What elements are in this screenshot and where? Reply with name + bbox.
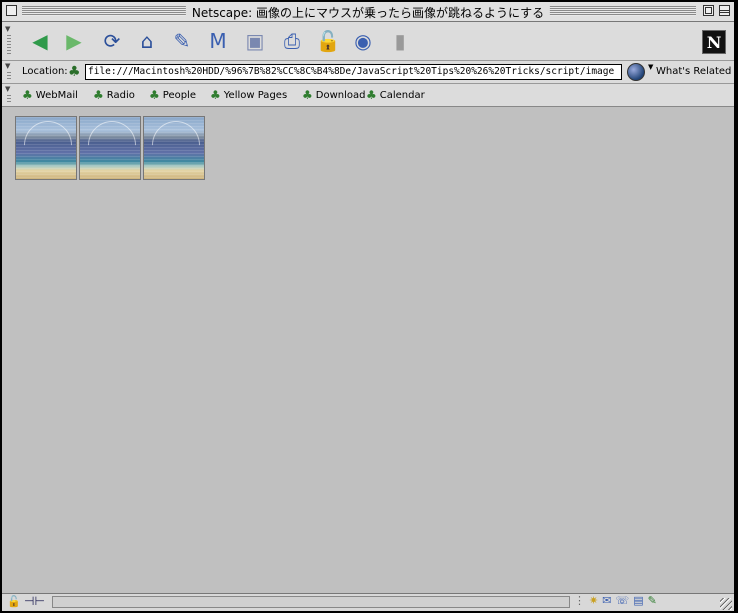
personal-toolbar-item-label: Calendar bbox=[379, 89, 425, 101]
location-toolbar-grip[interactable] bbox=[5, 62, 13, 82]
component-bar: ⋮ ✷ ✉ ☏ ▤ ✎ bbox=[574, 594, 657, 607]
print-button[interactable]: ⎙ bbox=[278, 28, 306, 54]
mynetscape-icon: M bbox=[209, 29, 227, 53]
personal-toolbar-grip[interactable] bbox=[5, 85, 13, 105]
stop-button[interactable]: ▮ bbox=[386, 28, 414, 54]
images-icon: ▣ bbox=[245, 29, 265, 53]
component-grip-icon[interactable]: ⋮ bbox=[574, 594, 585, 607]
personal-toolbar-item-webmail[interactable]: ♣ WebMail bbox=[22, 88, 78, 102]
forward-button[interactable]: ▶ bbox=[60, 28, 88, 54]
shopping-bag-icon: ◉ bbox=[354, 29, 372, 53]
bookmark-icon: ♣ bbox=[22, 88, 33, 102]
bookmark-icon: ♣ bbox=[149, 88, 160, 102]
bookmark-icon: ♣ bbox=[302, 88, 313, 102]
location-url-field[interactable]: file:///Macintosh%20HDD/%96%7B%82%CC%8C%… bbox=[85, 64, 622, 80]
status-message-field bbox=[52, 596, 570, 608]
navigation-toolbar-grip[interactable] bbox=[5, 25, 13, 57]
bookmark-icon: ♣ bbox=[210, 88, 221, 102]
personal-toolbar-item-label: People bbox=[162, 89, 196, 101]
personal-toolbar-item-people[interactable]: ♣ People bbox=[149, 88, 196, 102]
security-lock-icon[interactable]: 🔓 bbox=[7, 595, 21, 608]
forward-arrow-icon: ▶ bbox=[66, 29, 82, 53]
location-label: Location: bbox=[22, 66, 68, 77]
whats-related-button[interactable]: What's Related bbox=[656, 66, 731, 77]
search-icon: ✎ bbox=[173, 29, 191, 53]
personal-toolbar-item-calendar[interactable]: ♣ Calendar bbox=[366, 88, 425, 102]
beach-image-3[interactable] bbox=[143, 116, 205, 180]
page-proxy-icon[interactable]: ♣ bbox=[68, 64, 81, 80]
whats-related-dropdown-icon[interactable]: ▼ bbox=[648, 63, 653, 71]
lock-icon: 🔓 bbox=[315, 29, 341, 53]
stop-light-icon: ▮ bbox=[394, 29, 406, 53]
navigation-toolbar: ◀ ▶ ⟳ ⌂ ✎ M ▣ ⎙ 🔓 ◉ ▮ N bbox=[2, 22, 734, 61]
window-title: Netscape: 画像の上にマウスが乗ったら画像が跳ねるようにする bbox=[185, 4, 551, 21]
home-icon: ⌂ bbox=[140, 29, 154, 53]
zoom-box-icon[interactable] bbox=[703, 5, 714, 16]
whats-related-icon[interactable] bbox=[627, 63, 645, 81]
personal-toolbar-item-label: WebMail bbox=[35, 89, 78, 101]
home-button[interactable]: ⌂ bbox=[133, 28, 161, 54]
security-button[interactable]: 🔓 bbox=[314, 28, 342, 54]
navigator-component-icon[interactable]: ✷ bbox=[589, 594, 598, 607]
online-status-icon[interactable]: ⊣⊢ bbox=[24, 594, 45, 608]
netscape-logo-icon[interactable]: N bbox=[702, 30, 726, 54]
mynetscape-button[interactable]: M bbox=[204, 28, 232, 54]
personal-toolbar-item-radio[interactable]: ♣ Radio bbox=[93, 88, 135, 102]
search-button[interactable]: ✎ bbox=[168, 28, 196, 54]
back-button[interactable]: ◀ bbox=[26, 28, 54, 54]
location-toolbar: Location: ♣ file:///Macintosh%20HDD/%96%… bbox=[2, 61, 734, 84]
status-bar: 🔓 ⊣⊢ ⋮ ✷ ✉ ☏ ▤ ✎ bbox=[2, 593, 734, 611]
beach-image-1[interactable] bbox=[15, 116, 77, 180]
reload-icon: ⟳ bbox=[103, 29, 121, 53]
resize-grip-icon[interactable] bbox=[720, 598, 732, 610]
shop-button[interactable]: ◉ bbox=[349, 28, 377, 54]
print-icon: ⎙ bbox=[284, 29, 300, 53]
reload-button[interactable]: ⟳ bbox=[98, 28, 126, 54]
personal-toolbar-item-label: Yellow Pages bbox=[223, 89, 288, 101]
browser-window: Netscape: 画像の上にマウスが乗ったら画像が跳ねるようにする ◀ ▶ ⟳ ⌂ ✎… bbox=[1, 1, 735, 611]
images-button[interactable]: ▣ bbox=[241, 28, 269, 54]
edit-component-icon[interactable]: ✎ bbox=[648, 594, 657, 607]
bookmark-icon: ♣ bbox=[93, 88, 104, 102]
personal-toolbar: ♣WebMail♣Radio♣People♣Yellow Pages♣Downl… bbox=[2, 84, 734, 107]
windowshade-box-icon[interactable] bbox=[719, 5, 730, 16]
mail-component-icon[interactable]: ✉ bbox=[602, 594, 611, 607]
personal-toolbar-item-label: Radio bbox=[106, 89, 135, 101]
close-box-icon[interactable] bbox=[6, 5, 17, 16]
back-arrow-icon: ◀ bbox=[32, 29, 48, 53]
title-bar[interactable]: Netscape: 画像の上にマウスが乗ったら画像が跳ねるようにする bbox=[2, 2, 734, 22]
page-content bbox=[2, 107, 734, 593]
beach-image-2[interactable] bbox=[79, 116, 141, 180]
discussion-component-icon[interactable]: ☏ bbox=[615, 594, 629, 607]
personal-toolbar-item-download[interactable]: ♣ Download bbox=[302, 88, 365, 102]
composer-component-icon[interactable]: ▤ bbox=[633, 594, 643, 607]
bookmark-icon: ♣ bbox=[366, 88, 377, 102]
personal-toolbar-item-label: Download bbox=[315, 89, 366, 101]
personal-toolbar-item-yellow-pages[interactable]: ♣ Yellow Pages bbox=[210, 88, 287, 102]
